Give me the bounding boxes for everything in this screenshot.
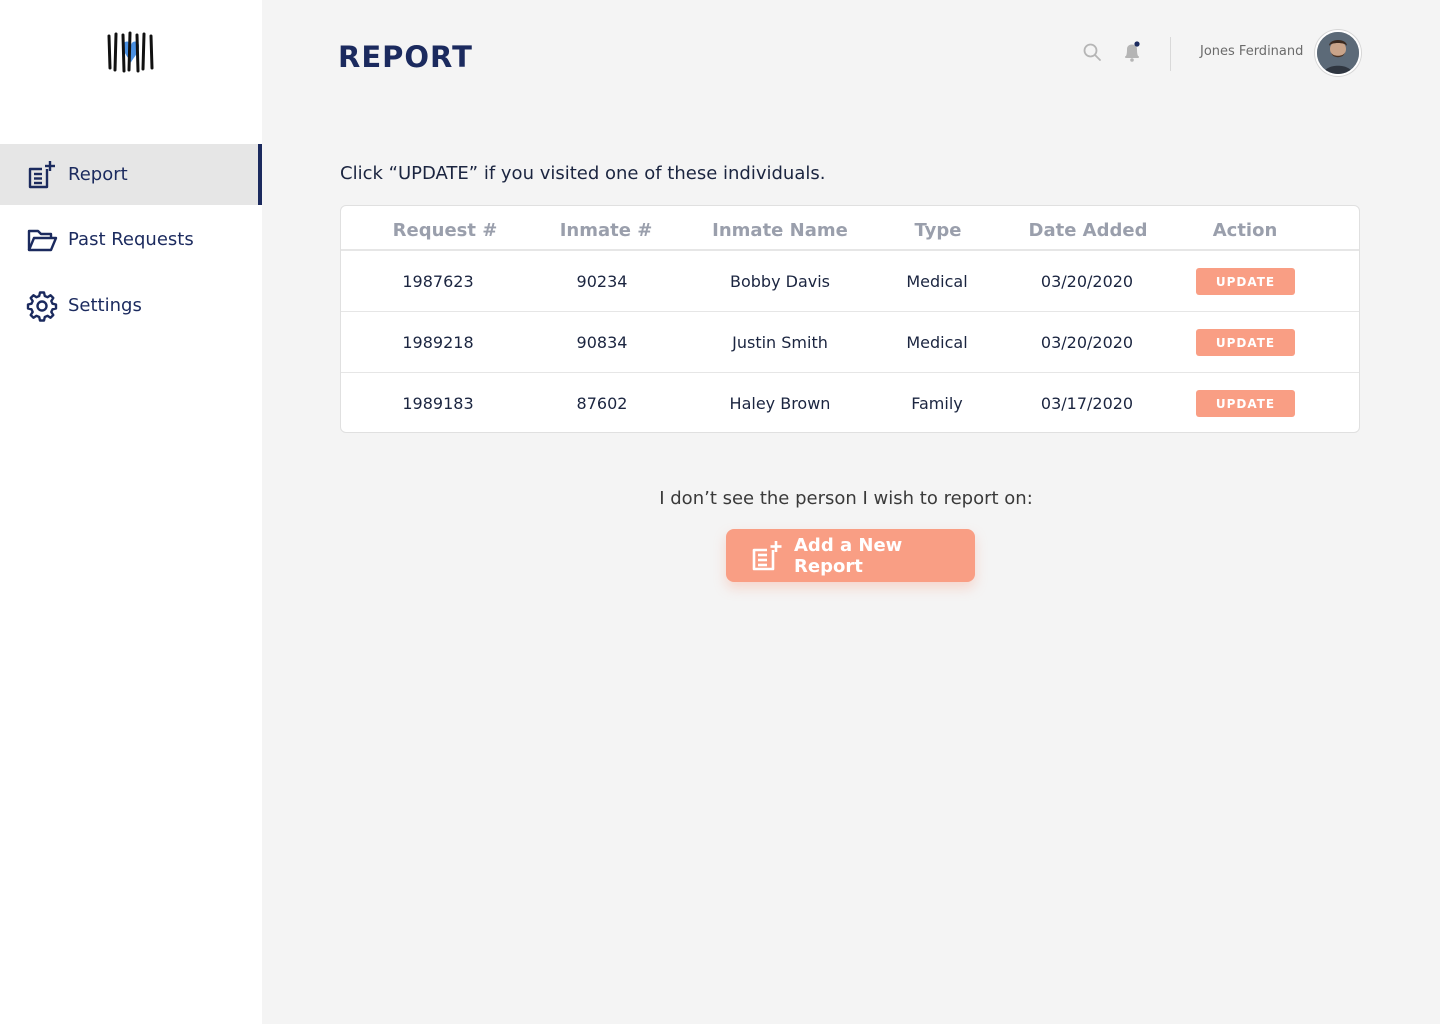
folder-open-icon: [27, 229, 58, 251]
avatar[interactable]: [1315, 30, 1361, 76]
instruction-text: Click “UPDATE” if you visited one of the…: [340, 163, 826, 184]
sidebar-item-label: Settings: [68, 295, 142, 316]
logo-icon: [107, 31, 154, 73]
report-add-icon: [752, 541, 782, 571]
add-new-report-label: Add a New Report: [794, 534, 903, 577]
table-header: Request # Inmate # Inmate Name Type Date…: [341, 206, 1359, 251]
sidebar: Report Past Requests Settings: [0, 0, 262, 1024]
column-header: Date Added: [1028, 220, 1148, 241]
date-added: 03/20/2020: [1040, 333, 1134, 352]
page-title: REPORT: [338, 40, 473, 74]
request-number: 1987623: [402, 272, 474, 291]
inmate-number: 90834: [576, 333, 628, 352]
add-new-report-button[interactable]: Add a New Report: [726, 529, 975, 582]
request-type: Medical: [906, 333, 968, 352]
table-row: 1989218 90834 Justin Smith Medical 03/20…: [341, 312, 1359, 373]
sidebar-item-label: Past Requests: [68, 229, 194, 250]
report-add-icon: [28, 160, 55, 188]
main-content: REPORT Jones Ferdinand Click “UPDATE” if…: [262, 0, 1440, 1024]
table-row: 1989183 87602 Haley Brown Family 03/17/2…: [341, 373, 1359, 432]
column-header: Type: [914, 220, 962, 241]
sidebar-item-report[interactable]: Report: [0, 144, 262, 205]
inmate-name: Haley Brown: [729, 394, 831, 413]
no-person-text: I don’t see the person I wish to report …: [659, 488, 1033, 509]
sidebar-item-past-requests[interactable]: Past Requests: [0, 209, 262, 270]
request-number: 1989183: [402, 394, 474, 413]
column-header: Request #: [392, 220, 498, 241]
date-added: 03/20/2020: [1040, 272, 1134, 291]
gear-icon: [26, 290, 58, 322]
column-header: Inmate #: [559, 220, 653, 241]
bell-icon[interactable]: [1122, 41, 1142, 63]
inmate-name: Justin Smith: [732, 333, 828, 352]
request-type: Medical: [906, 272, 968, 291]
sidebar-item-label: Report: [68, 164, 128, 185]
column-header: Action: [1212, 220, 1278, 241]
update-button[interactable]: UPDATE: [1196, 268, 1295, 295]
column-header: Inmate Name: [712, 220, 848, 241]
header-divider: [1170, 37, 1171, 71]
date-added: 03/17/2020: [1040, 394, 1134, 413]
update-button[interactable]: UPDATE: [1196, 329, 1295, 356]
update-button[interactable]: UPDATE: [1196, 390, 1295, 417]
avatar-photo: [1317, 32, 1359, 74]
inmate-number: 87602: [576, 394, 628, 413]
request-type: Family: [911, 394, 963, 413]
request-number: 1989218: [402, 333, 474, 352]
sidebar-item-settings[interactable]: Settings: [0, 275, 262, 336]
table-row: 1987623 90234 Bobby Davis Medical 03/20/…: [341, 251, 1359, 312]
search-icon[interactable]: [1082, 42, 1102, 62]
requests-table: Request # Inmate # Inmate Name Type Date…: [340, 205, 1360, 433]
user-name: Jones Ferdinand: [1200, 44, 1304, 59]
inmate-name: Bobby Davis: [729, 272, 831, 291]
inmate-number: 90234: [576, 272, 628, 291]
